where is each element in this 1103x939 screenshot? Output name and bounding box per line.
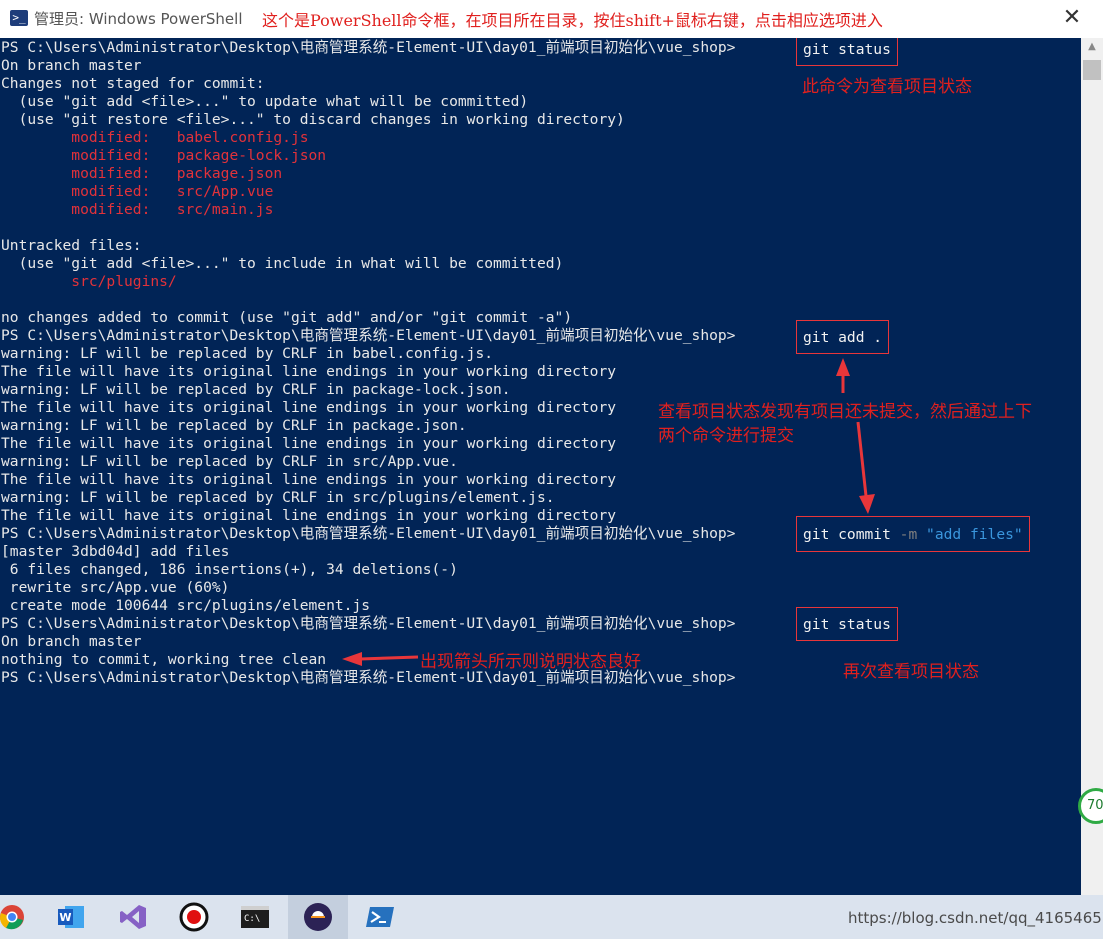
console-line: PS C:\Users\Administrator\Desktop\电商管理系统… — [1, 327, 736, 344]
console-line: rewrite src/App.vue (60%) — [1, 579, 230, 596]
console-line: (use "git restore <file>..." to discard … — [1, 111, 625, 128]
scrollbar[interactable]: ▲ — [1081, 38, 1103, 895]
taskbar-chrome[interactable] — [0, 895, 42, 939]
annotation-status1: 此命令为查看项目状态 — [802, 77, 972, 97]
powershell-icon: >_ — [10, 10, 28, 26]
console-line: [master 3dbd04d] add files — [1, 543, 230, 560]
visual-studio-icon — [120, 905, 146, 929]
console-line: src/plugins/ — [1, 273, 177, 290]
taskbar-record[interactable] — [164, 895, 224, 939]
console-line: Untracked files: — [1, 237, 142, 254]
console-line: warning: LF will be replaced by CRLF in … — [1, 453, 458, 470]
console-line: (use "git add <file>..." to include in w… — [1, 255, 564, 272]
annotation-status2: 再次查看项目状态 — [843, 662, 979, 682]
console-line: The file will have its original line end… — [1, 507, 617, 524]
console-line: Changes not staged for commit: — [1, 75, 265, 92]
arrow-down-icon — [856, 421, 875, 514]
taskbar-powershell[interactable] — [350, 895, 410, 939]
console-line: On branch master — [1, 633, 142, 650]
watermark-url: https://blog.csdn.net/qq_41654657 — [848, 909, 1103, 927]
console-line: 6 files changed, 186 insertions(+), 34 d… — [1, 561, 458, 578]
console-line: warning: LF will be replaced by CRLF in … — [1, 381, 511, 398]
window-title: 管理员: Windows PowerShell — [34, 10, 243, 28]
command-git-status-1: git status — [796, 38, 898, 66]
command-text: git status — [803, 41, 891, 58]
arrow-left-icon — [342, 652, 419, 666]
console-line: The file will have its original line end… — [1, 399, 617, 416]
title-bar: >_ 管理员: Windows PowerShell 这个是PowerShell… — [0, 0, 1103, 38]
scroll-thumb[interactable] — [1083, 60, 1101, 80]
command-text: git commit — [803, 526, 891, 543]
console-area[interactable]: PS C:\Users\Administrator\Desktop\电商管理系统… — [0, 38, 1081, 895]
command-text: git add . — [803, 329, 883, 346]
console-line: modified: package-lock.json — [1, 147, 327, 164]
svg-text:W: W — [59, 911, 71, 924]
console-line: warning: LF will be replaced by CRLF in … — [1, 417, 467, 434]
console-line: On branch master — [1, 57, 142, 74]
taskbar: W C:\ https://blog.csdn.net/qq_41654657 — [0, 895, 1103, 939]
taskbar-word[interactable]: W — [41, 895, 101, 939]
console-line: warning: LF will be replaced by CRLF in … — [1, 345, 494, 362]
close-button[interactable]: ✕ — [1058, 4, 1086, 32]
taskbar-eclipse[interactable] — [288, 895, 348, 939]
console-line: PS C:\Users\Administrator\Desktop\电商管理系统… — [1, 615, 736, 632]
command-git-status-2: git status — [796, 607, 898, 641]
taskbar-visual-studio[interactable] — [103, 895, 163, 939]
console-line: PS C:\Users\Administrator\Desktop\电商管理系统… — [1, 525, 736, 542]
annotation-commit-line2: 两个命令进行提交 — [658, 426, 794, 446]
title-annotation: 这个是PowerShell命令框，在项目所在目录，按住shift+鼠标右键，点击… — [262, 11, 883, 30]
console-line: create mode 100644 src/plugins/element.j… — [1, 597, 371, 614]
console-line: nothing to commit, working tree clean — [1, 651, 327, 668]
console-line: The file will have its original line end… — [1, 363, 617, 380]
command-git-add: git add . — [796, 320, 890, 354]
command-param: -m — [899, 526, 918, 543]
console-line: The file will have its original line end… — [1, 471, 617, 488]
powershell-icon — [366, 907, 394, 927]
chrome-icon — [0, 905, 24, 930]
command-git-commit: git commit -m "add files" — [796, 516, 1030, 552]
console-line: (use "git add <file>..." to update what … — [1, 93, 529, 110]
annotation-clean: 出现箭头所示则说明状态良好 — [420, 652, 641, 672]
taskbar-cmd[interactable]: C:\ — [225, 895, 285, 939]
console-line: PS C:\Users\Administrator\Desktop\电商管理系统… — [1, 39, 736, 56]
scroll-up-icon[interactable]: ▲ — [1081, 38, 1103, 56]
eclipse-icon — [304, 903, 332, 931]
console-line: modified: src/main.js — [1, 201, 274, 218]
command-text: git status — [803, 616, 891, 633]
annotation-commit-line1: 查看项目状态发现有项目还未提交，然后通过上下 — [658, 402, 1032, 422]
cmd-icon: C:\ — [241, 906, 269, 928]
command-string: "add files" — [926, 526, 1023, 543]
console-line: warning: LF will be replaced by CRLF in … — [1, 489, 555, 506]
console-line: modified: babel.config.js — [1, 129, 309, 146]
record-icon — [179, 902, 209, 932]
word-icon: W — [58, 906, 84, 928]
console-line: The file will have its original line end… — [1, 435, 617, 452]
console-line: no changes added to commit (use "git add… — [1, 309, 573, 326]
arrow-up-icon — [836, 358, 850, 393]
console-line: modified: src/App.vue — [1, 183, 274, 200]
svg-text:C:\: C:\ — [244, 914, 260, 924]
console-line: modified: package.json — [1, 165, 283, 182]
